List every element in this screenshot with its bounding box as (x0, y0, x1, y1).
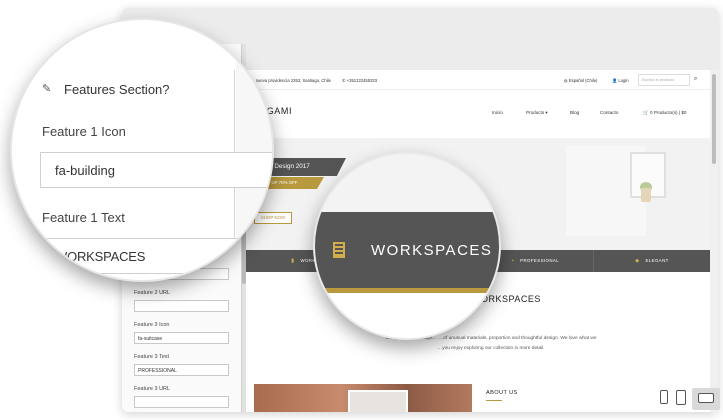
magnifier-feature-zoom: WORKSPACES (313, 152, 501, 340)
language-selector[interactable]: ◍ Español (Chile) (564, 78, 597, 83)
building-icon (333, 242, 345, 258)
pencil-icon[interactable]: ✎ (42, 82, 51, 95)
feature-item-4[interactable]: ◆ ELEGANT (594, 250, 710, 272)
feature-3-label: PROFESSIONAL (520, 258, 560, 263)
feature-3-icon-input[interactable]: fa-suitcase (134, 332, 229, 344)
building-icon: ▮ (291, 258, 295, 264)
feature-3-url-label: Feature 3 URL (134, 386, 171, 392)
nav-item-contacto[interactable]: Contacto (600, 110, 618, 115)
device-preview-switcher (652, 388, 722, 410)
nav-item-blog[interactable]: Blog (570, 110, 579, 115)
site-topbar: ⌂ nueva providencia 2353, Santiago, Chil… (246, 70, 710, 90)
feature-2-url-input[interactable] (134, 300, 229, 312)
site-search-input[interactable]: Escriba el producto (638, 74, 690, 86)
screenshot-stage: Feature 2 URL Feature 3 Icon fa-suitcase… (0, 0, 723, 420)
magnifier-panel-zoom: ✎ Features Section? Feature 1 Icon fa-bu… (10, 18, 274, 282)
nav-item-inicio[interactable]: Inicio (492, 110, 503, 115)
about-us-heading: ABOUT US (486, 390, 518, 396)
features-section-title: Features Section? (64, 82, 170, 97)
paragraph-line-2: …you enjoy exploring our collection in m… (437, 346, 545, 351)
feature-3-url-input[interactable] (134, 396, 229, 408)
nav-item-cart[interactable]: 🛒 0 Producto(s) | $0 (643, 110, 686, 116)
feature-1-icon-input[interactable]: fa-building (40, 152, 272, 188)
site-scrollbar-thumb[interactable] (712, 74, 716, 164)
language-text: Español (Chile) (568, 78, 598, 83)
zoom-white-area (315, 293, 499, 338)
cart-icon: 🛒 (643, 110, 649, 115)
tablet-preview-icon[interactable] (676, 390, 686, 405)
suitcase-icon: ▪ (511, 258, 515, 264)
hero-pot-image (641, 188, 651, 202)
site-phone: ✆ +351222455333 (342, 78, 378, 83)
cart-summary: 0 Producto(s) | $0 (650, 110, 687, 115)
zoom-hero-area (315, 154, 499, 212)
search-icon[interactable]: ⌕ (694, 76, 697, 83)
feature-3-text-label: Feature 3 Text (134, 354, 170, 360)
nav-item-products[interactable]: Products ▾ (526, 110, 548, 116)
feature-1-icon-label: Feature 1 Icon (42, 124, 126, 139)
feature-1-text-label: Feature 1 Text (42, 210, 125, 225)
nav-products-label: Products (526, 110, 545, 115)
mobile-preview-icon[interactable] (660, 390, 668, 404)
site-navbar: MEGAMI Inicio Products ▾ Blog Contacto 🛒… (246, 90, 710, 138)
diamond-icon: ◆ (635, 258, 640, 264)
feature-1-text-input[interactable]: WORKSPACES (40, 238, 272, 274)
desktop-preview-icon[interactable] (698, 393, 714, 403)
zoom-feature-label: WORKSPACES (371, 242, 493, 259)
photo-window (348, 390, 408, 412)
about-photo (254, 384, 472, 412)
feature-3-icon-label: Feature 3 Icon (134, 322, 170, 328)
about-us-divider (486, 400, 502, 401)
feature-4-label: ELEGANT (645, 258, 669, 263)
phone-text: +351222455333 (346, 78, 378, 83)
feature-3-text-input[interactable]: PROFESSIONAL (134, 364, 229, 376)
login-link[interactable]: 👤 Login (612, 78, 629, 84)
login-text: Login (618, 78, 629, 83)
site-scrollbar[interactable] (710, 70, 718, 412)
feature-2-url-label: Feature 2 URL (134, 290, 171, 296)
